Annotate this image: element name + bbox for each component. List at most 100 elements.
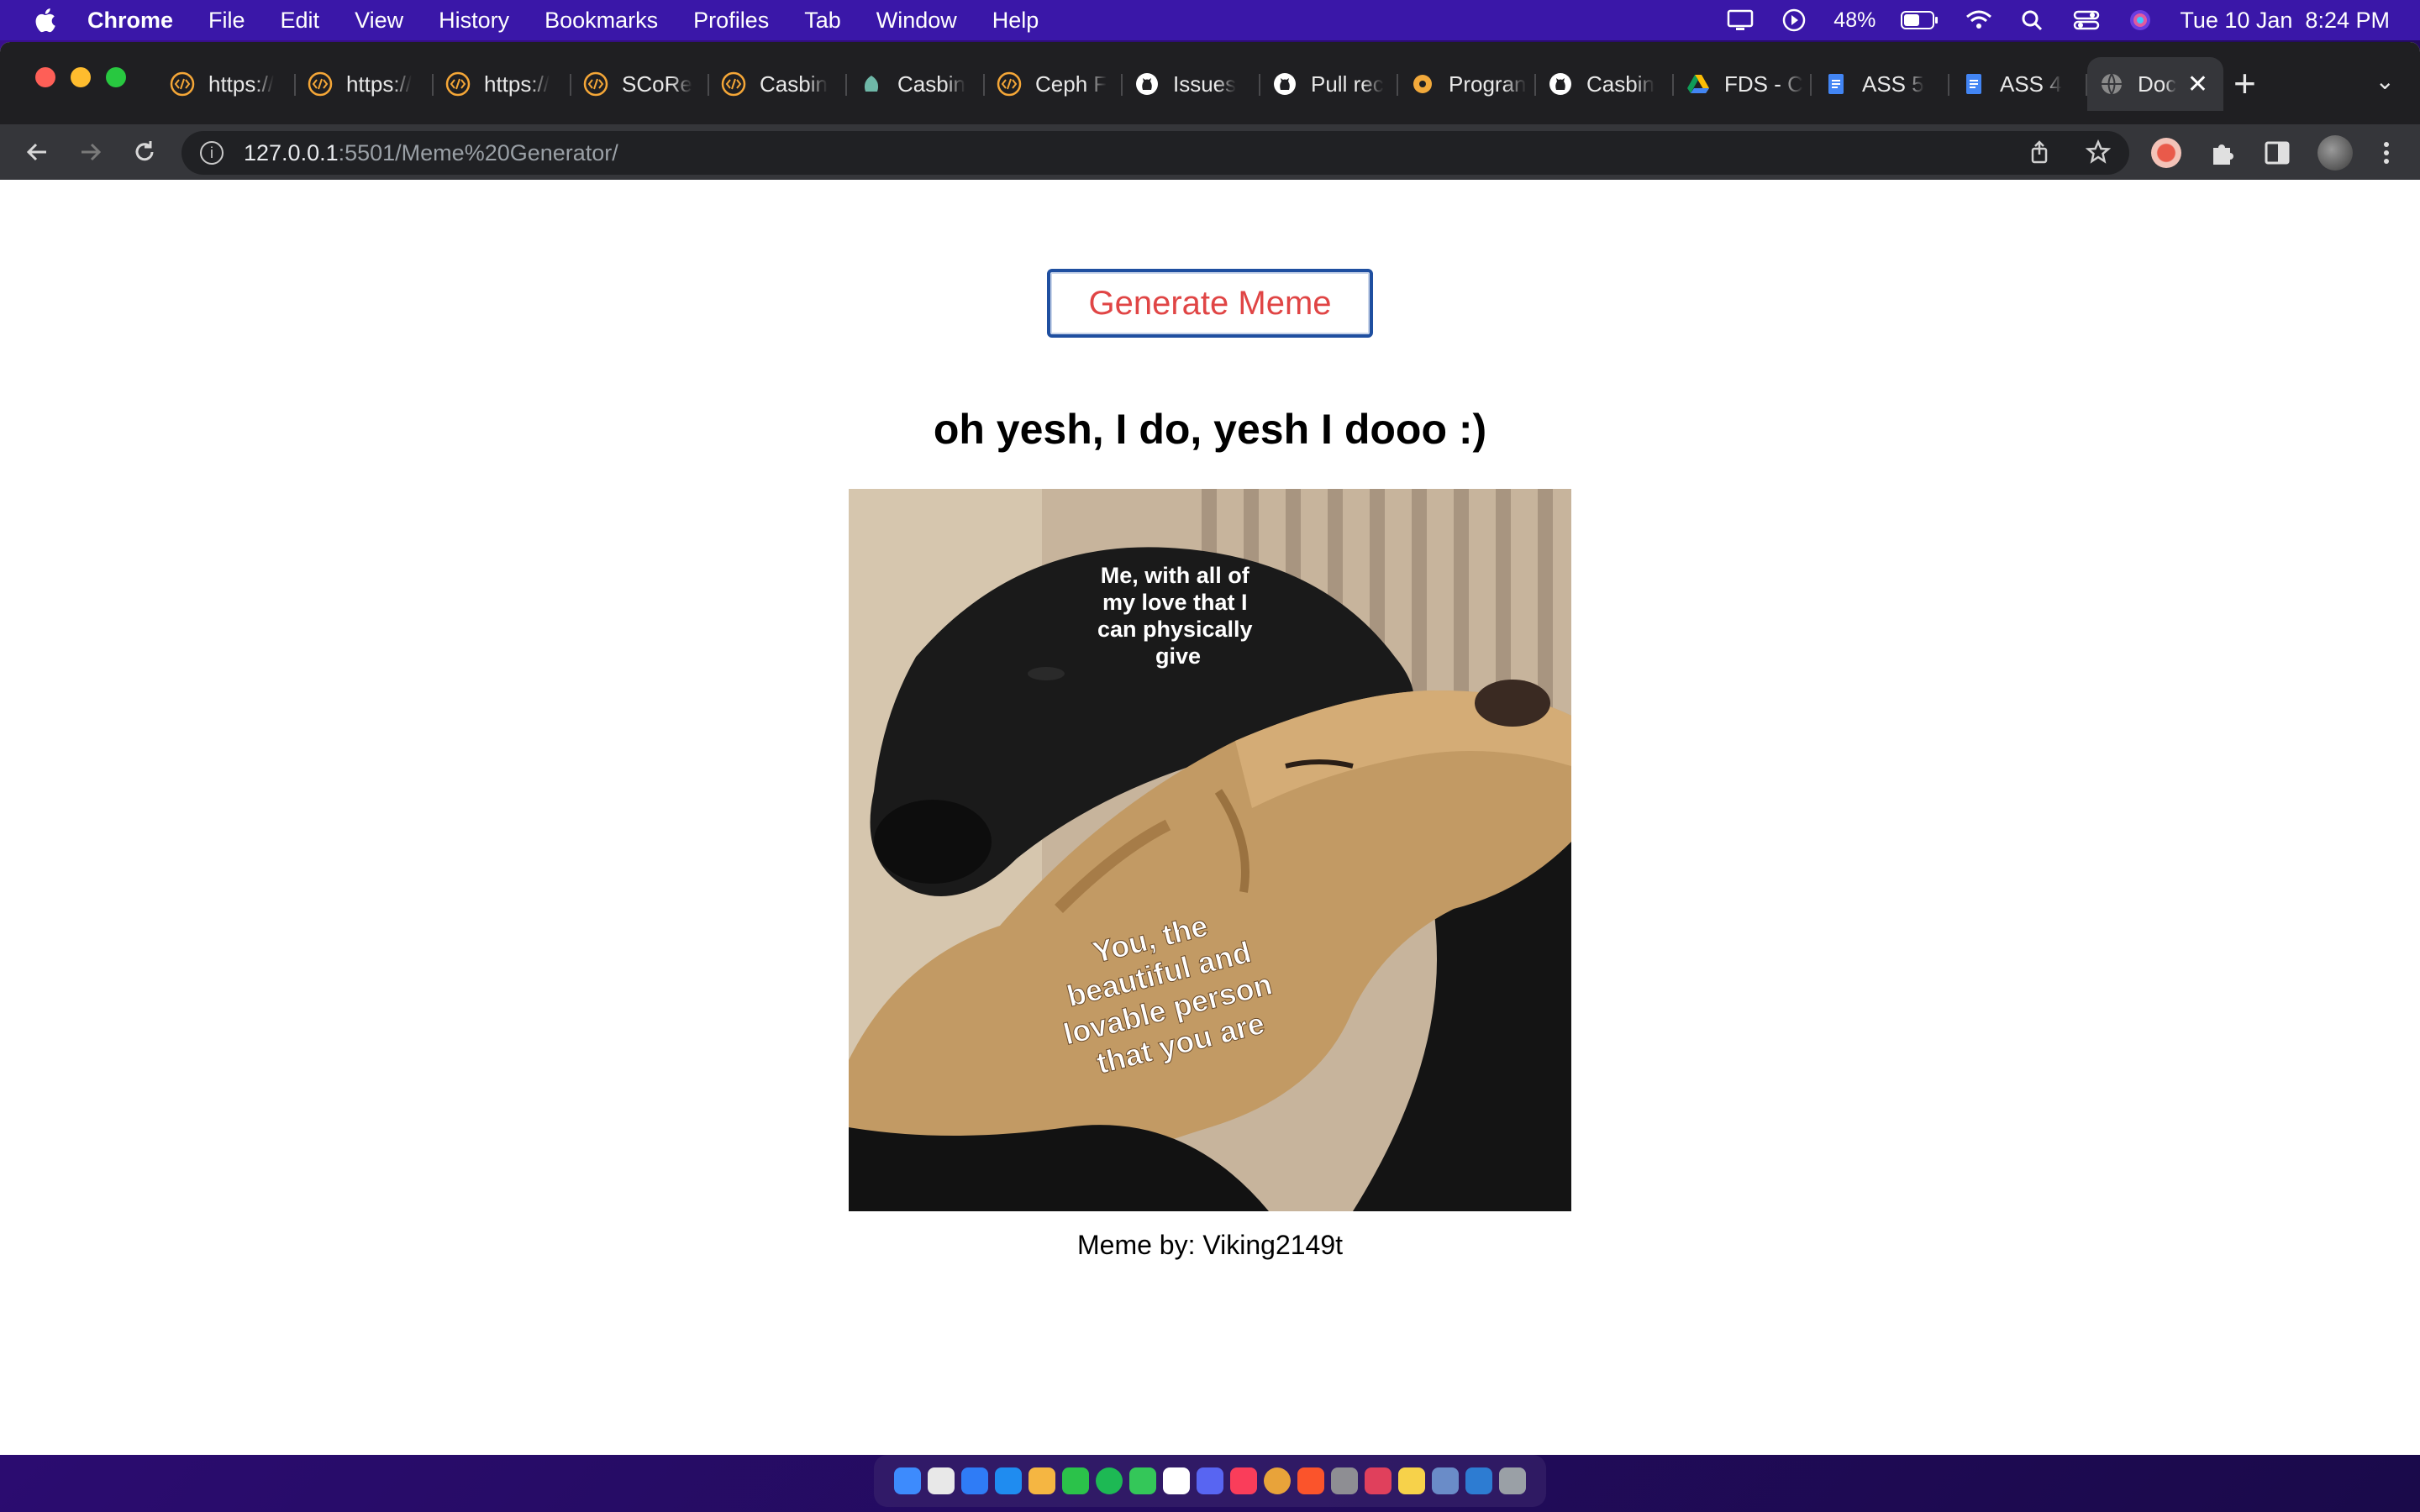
extensions-area — [2151, 135, 2395, 171]
siri-icon[interactable] — [2126, 8, 2154, 33]
tab-12[interactable]: ASS 5 — [1812, 57, 1949, 111]
generate-meme-button[interactable]: Generate Meme — [1047, 269, 1373, 338]
tab-label: Casbin — [897, 71, 965, 97]
code-icon — [997, 71, 1022, 97]
tab-11[interactable]: FDS - C — [1674, 57, 1812, 111]
menu-app-chrome[interactable]: Chrome — [87, 8, 173, 34]
tab-13[interactable]: ASS 4 — [1949, 57, 2087, 111]
menu-view[interactable]: View — [355, 8, 403, 34]
menu-tab[interactable]: Tab — [804, 8, 841, 34]
puzzle-extensions-icon[interactable] — [2207, 138, 2237, 168]
window-controls — [35, 67, 126, 87]
extension-icon[interactable] — [2151, 138, 2181, 168]
tab-label: https:// — [208, 71, 275, 97]
spotify-icon[interactable] — [1096, 1467, 1123, 1494]
tab-14[interactable]: Doc ✕ — [2087, 57, 2223, 111]
menu-history[interactable]: History — [439, 8, 509, 34]
safari-icon[interactable] — [995, 1467, 1022, 1494]
status-area: 48% Tue 10 Jan 8:24 PM — [1726, 0, 2390, 40]
battery-percent: 48% — [1833, 8, 1876, 32]
github-icon — [1134, 71, 1160, 97]
music-icon[interactable] — [1230, 1467, 1257, 1494]
launchpad-icon[interactable] — [928, 1467, 955, 1494]
code-icon — [445, 71, 471, 97]
tab-1[interactable]: https:// — [296, 57, 434, 111]
meme-title: oh yesh, I do, yesh I dooo :) — [933, 406, 1487, 453]
menu-window[interactable]: Window — [876, 8, 957, 34]
menu-edit[interactable]: Edit — [281, 8, 320, 34]
side-panel-icon[interactable] — [2262, 138, 2292, 168]
control-center-icon[interactable] — [2072, 8, 2101, 33]
more-menu-icon[interactable] — [2378, 138, 2395, 168]
tab-label: Ceph F — [1035, 71, 1107, 97]
vscode-icon[interactable] — [1465, 1467, 1492, 1494]
clock[interactable]: Tue 10 Jan 8:24 PM — [2180, 8, 2390, 34]
trash-icon[interactable] — [1499, 1467, 1526, 1494]
menu-file[interactable]: File — [208, 8, 245, 34]
menu-profiles[interactable]: Profiles — [693, 8, 769, 34]
share-icon[interactable] — [2027, 139, 2052, 165]
brave-icon[interactable] — [1297, 1467, 1324, 1494]
tab-7[interactable]: Issues — [1123, 57, 1260, 111]
github-icon — [1272, 71, 1297, 97]
minimize-window-button[interactable] — [71, 67, 91, 87]
bookmark-star-icon[interactable] — [2086, 139, 2111, 165]
settings-icon[interactable] — [1331, 1467, 1358, 1494]
tab-label: Casbin — [1586, 71, 1655, 97]
notes-icon[interactable] — [1398, 1467, 1425, 1494]
discord-icon[interactable] — [1197, 1467, 1223, 1494]
tab-8[interactable]: Pull rec — [1260, 57, 1398, 111]
tab-4[interactable]: Casbin — [709, 57, 847, 111]
new-tab-button[interactable]: + — [2233, 60, 2256, 106]
back-arrow-icon — [26, 143, 46, 161]
casbin-icon — [859, 71, 884, 97]
display-icon[interactable] — [1726, 8, 1754, 33]
tab-search-chevron-icon[interactable]: ⌄ — [2375, 67, 2395, 95]
preview-icon[interactable] — [1432, 1467, 1459, 1494]
meme-credit: Meme by: Viking2149t — [1076, 1230, 1344, 1260]
back-button[interactable] — [18, 134, 55, 171]
site-info-icon[interactable]: i — [200, 141, 224, 165]
messages-icon[interactable] — [1129, 1467, 1156, 1494]
finder-icon[interactable] — [894, 1467, 921, 1494]
calendar-icon[interactable] — [1163, 1467, 1190, 1494]
wifi-icon[interactable] — [1965, 8, 1993, 33]
tab-label: Doc — [2138, 71, 2177, 97]
slack-icon[interactable] — [1365, 1467, 1392, 1494]
photos-icon[interactable] — [1028, 1467, 1055, 1494]
url-path: :5501/Meme%20Generator/ — [338, 139, 618, 165]
tab-3[interactable]: SCoRe — [571, 57, 709, 111]
browser-toolbar: i 127.0.0.1:5501/Meme%20Generator/ — [0, 124, 2420, 180]
menu-help[interactable]: Help — [992, 8, 1039, 34]
play-circle-icon[interactable] — [1780, 8, 1808, 33]
reload-button[interactable] — [126, 134, 163, 171]
tab-label: https:// — [484, 71, 550, 97]
close-window-button[interactable] — [35, 67, 55, 87]
drive-icon — [1686, 71, 1711, 97]
url-host: 127.0.0.1 — [244, 139, 339, 165]
tab-strip: https:// https:// https:// SCoRe Casbin Casbi… — [0, 42, 2420, 124]
menu-bookmarks[interactable]: Bookmarks — [544, 8, 658, 34]
tab-2[interactable]: https:// — [434, 57, 571, 111]
close-tab-icon[interactable]: ✕ — [2187, 70, 2208, 99]
code-icon — [308, 71, 333, 97]
tab-9[interactable]: Progran — [1398, 57, 1536, 111]
tab-5[interactable]: Casbin — [847, 57, 985, 111]
tab-0[interactable]: https:// — [158, 57, 296, 111]
docs-icon — [1823, 71, 1849, 97]
address-bar[interactable]: i 127.0.0.1:5501/Meme%20Generator/ — [182, 131, 2129, 175]
mail-icon[interactable] — [961, 1467, 988, 1494]
profile-avatar[interactable] — [2317, 135, 2353, 171]
url-text[interactable]: 127.0.0.1:5501/Meme%20Generator/ — [244, 140, 618, 166]
search-icon[interactable] — [2018, 8, 2047, 33]
apple-icon[interactable] — [32, 7, 57, 34]
forward-button[interactable] — [72, 134, 109, 171]
tab-label: Issues — [1173, 71, 1237, 97]
facetime-icon[interactable] — [1062, 1467, 1089, 1494]
battery-icon[interactable] — [1901, 10, 1939, 30]
tab-6[interactable]: Ceph F — [985, 57, 1123, 111]
tab-10[interactable]: Casbin — [1536, 57, 1674, 111]
zoom-window-button[interactable] — [106, 67, 126, 87]
chrome-icon[interactable] — [1264, 1467, 1291, 1494]
tab-label: FDS - C — [1724, 71, 1803, 97]
